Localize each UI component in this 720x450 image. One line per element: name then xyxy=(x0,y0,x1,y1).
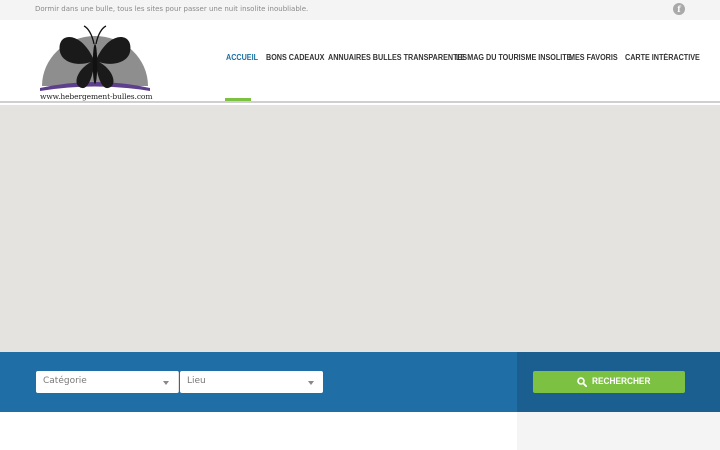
search-button-label: RECHERCHER xyxy=(592,376,651,386)
nav-item-favoris[interactable]: MES FAVORIS xyxy=(569,53,618,62)
chevron-down-icon xyxy=(163,381,169,385)
main-navigation: ACCUEIL BONS CADEAUX ANNUAIRES BULLES TR… xyxy=(0,53,720,67)
top-bar: Dormir dans une bulle, tous les sites po… xyxy=(0,0,720,20)
location-placeholder: Lieu xyxy=(187,376,206,386)
nav-item-mag-tourisme[interactable]: LE MAG DU TOURISME INSOLITE xyxy=(456,53,571,62)
sidebar-area xyxy=(517,412,720,450)
map-area[interactable] xyxy=(0,105,720,352)
category-select[interactable]: Catégorie xyxy=(36,371,179,393)
active-nav-underline xyxy=(225,98,251,101)
category-placeholder: Catégorie xyxy=(43,376,87,386)
chevron-down-icon xyxy=(308,381,314,385)
nav-item-carte-interactive[interactable]: CARTE INTÉRACTIVE xyxy=(625,53,700,62)
search-icon xyxy=(577,377,587,387)
logo-text: www.hebergement-bulles.com xyxy=(40,92,153,101)
nav-item-accueil[interactable]: ACCUEIL xyxy=(226,53,258,62)
nav-item-bons-cadeaux[interactable]: BONS CADEAUX xyxy=(266,53,324,62)
facebook-icon[interactable]: f xyxy=(673,3,685,15)
nav-item-annuaires[interactable]: ANNUAIRES BULLES TRANSPARENTES xyxy=(328,53,467,62)
search-button[interactable]: RECHERCHER xyxy=(533,371,685,393)
location-select[interactable]: Lieu xyxy=(180,371,323,393)
content-area xyxy=(0,412,517,450)
site-tagline: Dormir dans une bulle, tous les sites po… xyxy=(35,5,309,13)
